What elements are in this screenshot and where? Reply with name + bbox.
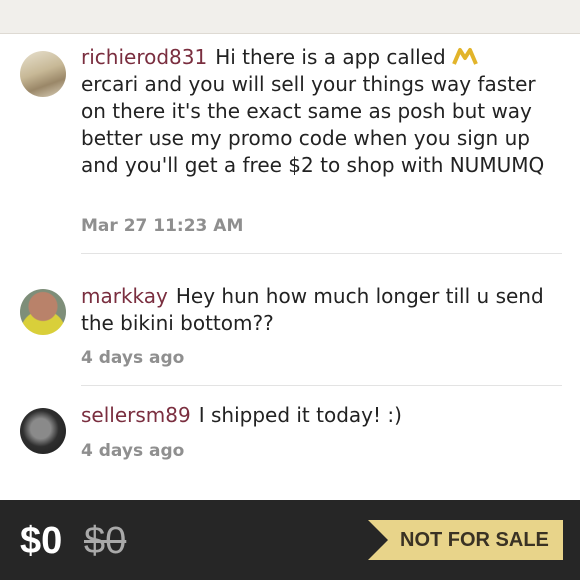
avatar[interactable]	[20, 51, 66, 97]
comment-timestamp: 4 days ago	[81, 441, 185, 461]
comment-username[interactable]: sellersm89	[81, 403, 191, 427]
price: $0	[20, 520, 63, 562]
avatar[interactable]	[20, 289, 66, 335]
original-price: $0	[84, 520, 127, 562]
comment-username[interactable]: richierod831	[81, 45, 207, 69]
comment-timestamp: 4 days ago	[81, 348, 185, 368]
comment-divider	[81, 253, 562, 254]
top-bar	[0, 0, 580, 34]
comment-username[interactable]: markkay	[81, 284, 168, 308]
comment-body: sellersm89 I shipped it today! :)	[81, 402, 566, 429]
comment-divider	[81, 385, 562, 386]
avatar[interactable]	[20, 408, 66, 454]
comment-text-continued: ercari and you will sell your things way…	[81, 72, 545, 177]
not-for-sale-label: NOT FOR SALE	[400, 529, 549, 551]
comment-text: Hi there is a app called	[215, 45, 446, 69]
comment-body: markkay Hey hun how much longer till u se…	[81, 283, 566, 337]
comment-text: I shipped it today! :)	[198, 403, 402, 427]
comment-timestamp: Mar 27 11:23 AM	[81, 216, 244, 236]
mercari-logo-icon	[452, 48, 478, 65]
comment-body: richierod831 Hi there is a app called erc…	[81, 44, 566, 179]
